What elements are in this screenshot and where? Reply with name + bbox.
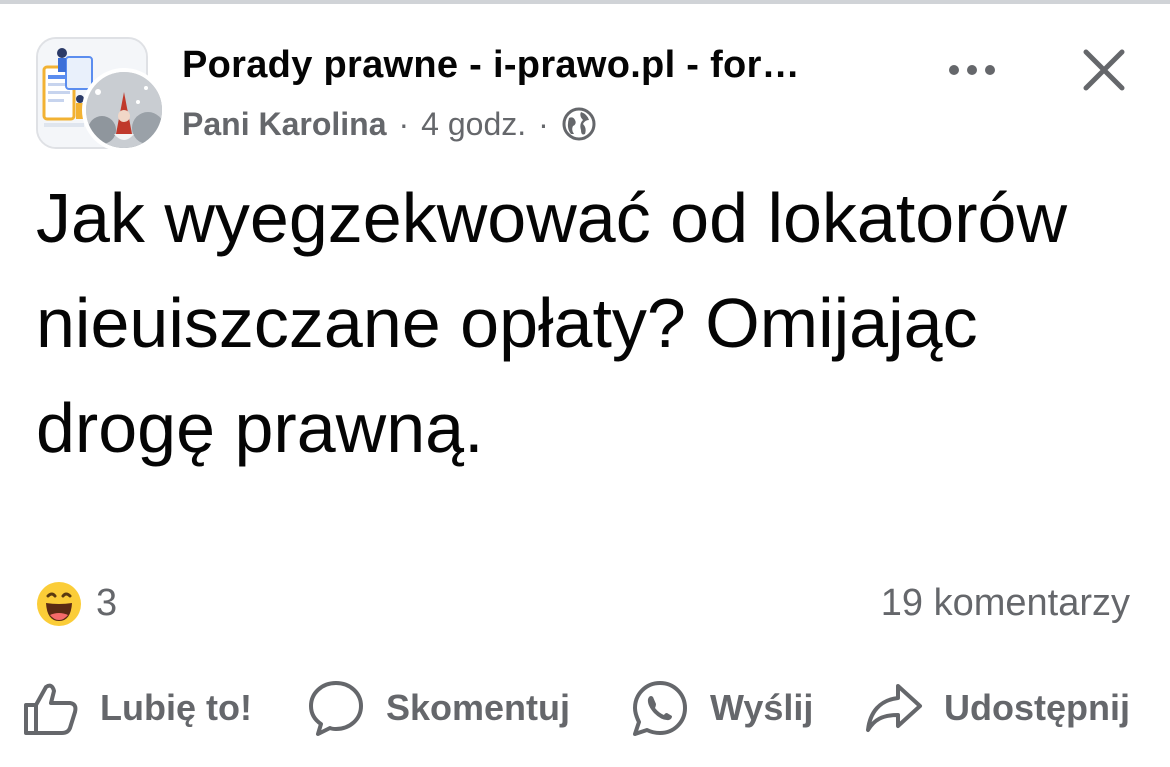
group-name[interactable]: Porady prawne - i-prawo.pl - for… bbox=[182, 44, 922, 87]
like-button[interactable]: Lubię to! bbox=[22, 676, 252, 740]
haha-emoji-icon[interactable] bbox=[36, 581, 82, 627]
like-label: Lubię to! bbox=[100, 687, 252, 728]
share-button[interactable]: Udostępnij bbox=[864, 676, 1130, 740]
comment-label: Skomentuj bbox=[386, 687, 571, 728]
more-dots-icon bbox=[949, 65, 995, 75]
meta-separator: · bbox=[398, 105, 410, 142]
meta-separator: · bbox=[538, 105, 549, 142]
comments-count[interactable]: 19 komentarzy bbox=[881, 582, 1130, 625]
share-arrow-icon bbox=[866, 684, 922, 732]
whatsapp-icon bbox=[633, 681, 687, 736]
post-time[interactable]: 4 godz. bbox=[421, 106, 526, 143]
globe-icon bbox=[561, 106, 597, 142]
comment-bubble-icon bbox=[309, 681, 363, 736]
post-text: Jak wyegzekwować od lokatorów nieuiszcza… bbox=[36, 179, 1068, 467]
top-divider bbox=[0, 0, 1170, 4]
send-label: Wyślij bbox=[710, 687, 814, 728]
close-button[interactable] bbox=[1078, 44, 1130, 96]
close-icon bbox=[1083, 49, 1125, 91]
author-name[interactable]: Pani Karolina bbox=[182, 106, 387, 143]
more-options-button[interactable] bbox=[942, 52, 1002, 88]
share-label: Udostępnij bbox=[944, 687, 1130, 728]
send-button[interactable]: Wyślij bbox=[630, 676, 813, 740]
author-avatar[interactable] bbox=[82, 68, 166, 152]
thumbs-up-icon bbox=[24, 683, 78, 735]
reaction-count[interactable]: 3 bbox=[96, 582, 117, 625]
post-meta: Pani Karolina · 4 godz. · bbox=[182, 104, 597, 144]
comment-button[interactable]: Skomentuj bbox=[306, 676, 570, 740]
